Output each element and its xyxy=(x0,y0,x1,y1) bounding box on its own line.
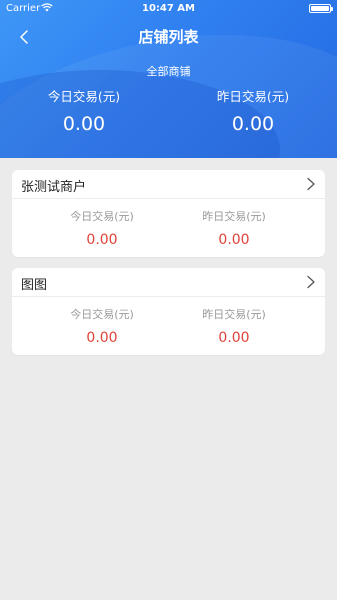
store-yesterday: 昨日交易(元) 0.00 xyxy=(174,306,294,346)
store-yesterday: 昨日交易(元) 0.00 xyxy=(174,208,294,248)
page-title: 店铺列表 xyxy=(138,28,199,46)
store-today-value: 0.00 xyxy=(86,232,118,248)
chevron-right-icon[interactable] xyxy=(306,177,316,191)
store-card[interactable]: 张测试商户 今日交易(元) 0.00 昨日交易(元) 0.00 xyxy=(12,170,325,257)
store-name: 张测试商户 xyxy=(21,180,87,195)
store-today-value: 0.00 xyxy=(86,330,118,346)
store-stats: 今日交易(元) 0.00 昨日交易(元) 0.00 xyxy=(12,297,325,355)
store-card-header[interactable]: 图图 xyxy=(12,268,325,297)
chevron-right-icon[interactable] xyxy=(306,275,316,289)
header-today-value: 0.00 xyxy=(62,113,106,135)
store-today: 今日交易(元) 0.00 xyxy=(42,306,162,346)
store-name: 图图 xyxy=(21,278,48,293)
header-yesterday-value: 0.00 xyxy=(231,113,275,135)
store-today: 今日交易(元) 0.00 xyxy=(42,208,162,248)
store-yesterday-label: 昨日交易(元) xyxy=(202,308,266,321)
store-yesterday-label: 昨日交易(元) xyxy=(202,210,266,223)
header-yesterday-summary: 昨日交易(元) 0.00 xyxy=(183,86,323,135)
store-yesterday-value: 0.00 xyxy=(218,232,250,248)
header-yesterday-label: 昨日交易(元) xyxy=(216,89,290,104)
all-stores-label: 全部商铺 xyxy=(146,65,191,78)
store-card-header[interactable]: 张测试商户 xyxy=(12,170,325,199)
store-today-label: 今日交易(元) xyxy=(70,308,134,321)
store-card[interactable]: 图图 今日交易(元) 0.00 昨日交易(元) 0.00 xyxy=(12,268,325,355)
battery-icon xyxy=(309,4,333,13)
header-today-label: 今日交易(元) xyxy=(47,89,121,104)
store-yesterday-value: 0.00 xyxy=(218,330,250,346)
store-stats: 今日交易(元) 0.00 昨日交易(元) 0.00 xyxy=(12,199,325,257)
header-banner: Carrier 10:47 AM 店铺列表 全部商铺 今日交易(元) 0.00 … xyxy=(0,0,337,158)
status-time: 10:47 AM xyxy=(141,3,195,14)
status-bar: Carrier 10:47 AM xyxy=(0,0,337,18)
header-today-summary: 今日交易(元) 0.00 xyxy=(14,86,154,135)
store-today-label: 今日交易(元) xyxy=(70,210,134,223)
